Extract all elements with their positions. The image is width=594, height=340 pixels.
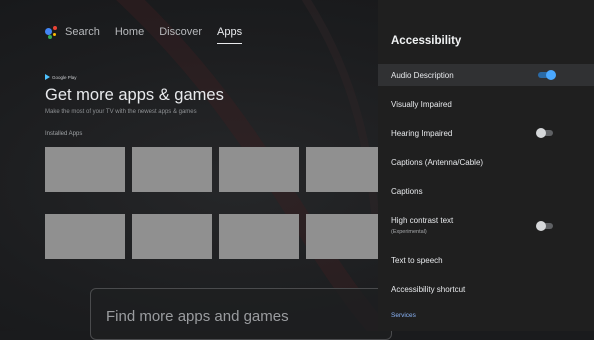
page-subtitle: Make the most of your TV with the newest… <box>45 109 197 115</box>
google-play-badge: Google Play <box>45 74 77 80</box>
setting-text-to-speech[interactable]: Text to speech <box>378 249 594 271</box>
google-play-label: Google Play <box>52 74 77 80</box>
panel-title: Accessibility <box>391 35 462 47</box>
setting-high-contrast-text[interactable]: High contrast text (Experimental) <box>378 210 594 242</box>
toggle-switch-off[interactable] <box>536 221 556 231</box>
google-play-icon <box>45 74 50 80</box>
setting-label: Visually Impaired <box>391 100 452 109</box>
setting-label: Audio Description <box>391 71 454 80</box>
setting-captions[interactable]: Captions <box>378 180 594 202</box>
setting-label: Captions <box>391 187 423 196</box>
setting-captions-antenna-cable[interactable]: Captions (Antenna/Cable) <box>378 151 594 173</box>
setting-label: High contrast text <box>391 216 454 225</box>
app-tile[interactable] <box>45 147 125 192</box>
app-tile[interactable] <box>306 147 378 192</box>
setting-hearing-impaired[interactable]: Hearing Impaired <box>378 122 594 144</box>
top-navigation: Search Home Discover Apps <box>45 22 257 44</box>
nav-discover[interactable]: Discover <box>159 26 202 38</box>
accessibility-panel: Accessibility Audio Description Visually… <box>378 0 594 331</box>
nav-home[interactable]: Home <box>115 26 144 38</box>
app-tile[interactable] <box>219 214 299 259</box>
toggle-switch-on[interactable] <box>536 70 556 80</box>
setting-accessibility-shortcut[interactable]: Accessibility shortcut <box>378 278 594 300</box>
setting-label: Text to speech <box>391 256 443 265</box>
services-section-header: Services <box>391 312 416 319</box>
app-tile[interactable] <box>132 214 212 259</box>
setting-visually-impaired[interactable]: Visually Impaired <box>378 93 594 115</box>
page-headline: Get more apps & games <box>45 86 224 104</box>
setting-sublabel: (Experimental) <box>391 229 427 235</box>
app-tile[interactable] <box>45 214 125 259</box>
setting-label: Captions (Antenna/Cable) <box>391 158 484 167</box>
setting-audio-description[interactable]: Audio Description <box>378 64 594 86</box>
google-assistant-icon[interactable] <box>45 25 59 39</box>
app-tile[interactable] <box>132 147 212 192</box>
setting-label: Hearing Impaired <box>391 129 453 138</box>
app-tile[interactable] <box>219 147 299 192</box>
nav-search[interactable]: Search <box>65 26 100 38</box>
setting-label: Accessibility shortcut <box>391 285 466 294</box>
nav-apps[interactable]: Apps <box>217 26 243 44</box>
installed-apps-heading: Installed Apps <box>45 131 83 137</box>
app-tile[interactable] <box>306 214 378 259</box>
toggle-switch-off[interactable] <box>536 128 556 138</box>
find-more-apps-label: Find more apps and games <box>106 308 289 325</box>
